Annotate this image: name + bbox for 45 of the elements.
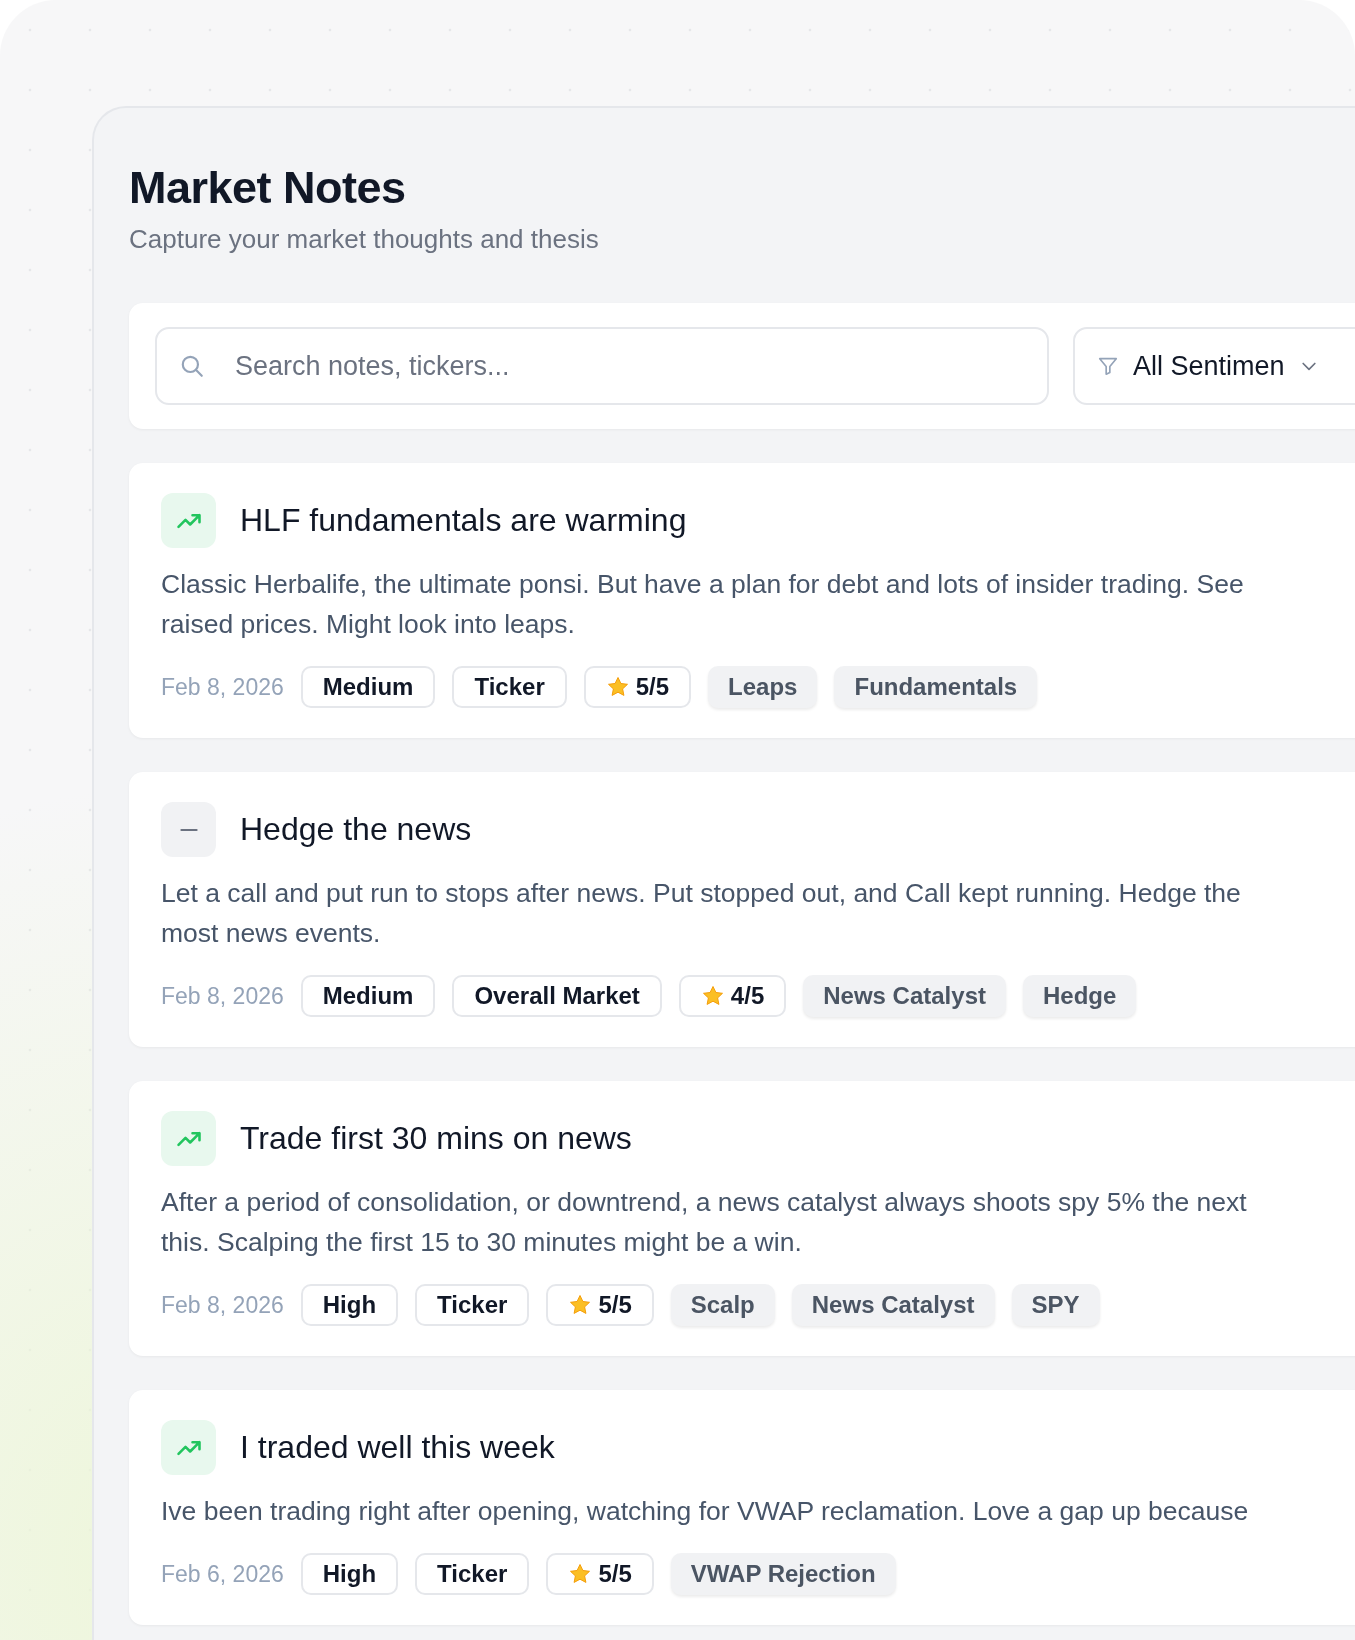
category-badge: Ticker: [415, 1553, 530, 1595]
note-date: Feb 8, 2026: [161, 1291, 284, 1319]
note-body: After a period of consolidation, or downtrend, a news catalyst always shoots spy 5% the next this. Scalping the first 15 to 30 minutes might be a win.: [161, 1186, 1248, 1259]
page-title: Market Notes: [129, 162, 407, 214]
dash-icon: [161, 802, 216, 857]
rating-badge: 5/5: [546, 1553, 654, 1595]
tag-chip[interactable]: Hedge: [1023, 975, 1137, 1017]
tag-chip[interactable]: Scalp: [670, 1284, 775, 1326]
priority-badge: Medium: [300, 975, 436, 1017]
trend-up-icon: [161, 493, 216, 548]
note-body: Ive been trading right after opening, watching for VWAP reclamation. Love a gap up because: [161, 1495, 1250, 1528]
search-field[interactable]: Search notes, tickers...: [155, 327, 1049, 405]
note-body: Let a call and put run to stops after news. Put stopped out, and Call kept running. Hedge the most news events.: [161, 877, 1242, 950]
note-title: I traded well this week: [240, 1429, 555, 1466]
note-title: Hedge the news: [240, 811, 472, 848]
note-date: Feb 8, 2026: [161, 982, 284, 1010]
note-date: Feb 8, 2026: [161, 673, 284, 701]
note-card[interactable]: I traded well this week Ive been trading right after opening, watching for VWAP reclamation. Love a gap up because Feb 6, 2026 High Ticker 5/5 VWAP Rejection: [129, 1390, 1355, 1625]
rating-badge: 5/5: [546, 1284, 654, 1326]
tag-chip[interactable]: Leaps: [708, 666, 818, 708]
page-subtitle: Capture your market thoughts and thesis: [129, 224, 600, 255]
tag-chip[interactable]: VWAP Rejection: [670, 1553, 896, 1595]
priority-badge: Medium: [300, 666, 436, 708]
tag-chip[interactable]: News Catalyst: [803, 975, 1006, 1017]
tag-chip[interactable]: News Catalyst: [791, 1284, 995, 1326]
category-badge: Ticker: [415, 1284, 530, 1326]
priority-badge: High: [300, 1553, 399, 1595]
filter-icon: [1097, 355, 1119, 377]
rating-badge: 4/5: [678, 975, 787, 1017]
tag-chip[interactable]: SPY: [1011, 1284, 1100, 1326]
category-badge: Ticker: [452, 666, 567, 708]
note-date: Feb 6, 2026: [161, 1560, 284, 1588]
tag-chip[interactable]: Fundamentals: [834, 666, 1038, 708]
note-card[interactable]: [129, 463, 1355, 738]
trend-up-icon: [161, 1420, 216, 1475]
category-badge: Overall Market: [452, 975, 662, 1017]
note-card[interactable]: [129, 1081, 1355, 1356]
note-card[interactable]: Hedge the news Let a call and put run to stops after news. Put stopped out, and Call kept running. Hedge the most news events. Feb 8, 2026 Medium Overall Market 4/5 News Catalyst Hedge: [129, 772, 1355, 1047]
rating-badge: 5/5: [583, 666, 692, 708]
priority-badge: High: [300, 1284, 399, 1326]
sentiment-dropdown[interactable]: All Sentimen: [1073, 327, 1355, 405]
note-title: HLF fundamentals are warming: [240, 502, 687, 539]
note-body: Classic Herbalife, the ultimate ponsi. But have a plan for debt and lots of insider trading. See raised prices. Might look into leaps.: [161, 568, 1245, 641]
trend-up-icon: [161, 1111, 216, 1166]
note-title: Trade first 30 mins on news: [240, 1120, 632, 1157]
